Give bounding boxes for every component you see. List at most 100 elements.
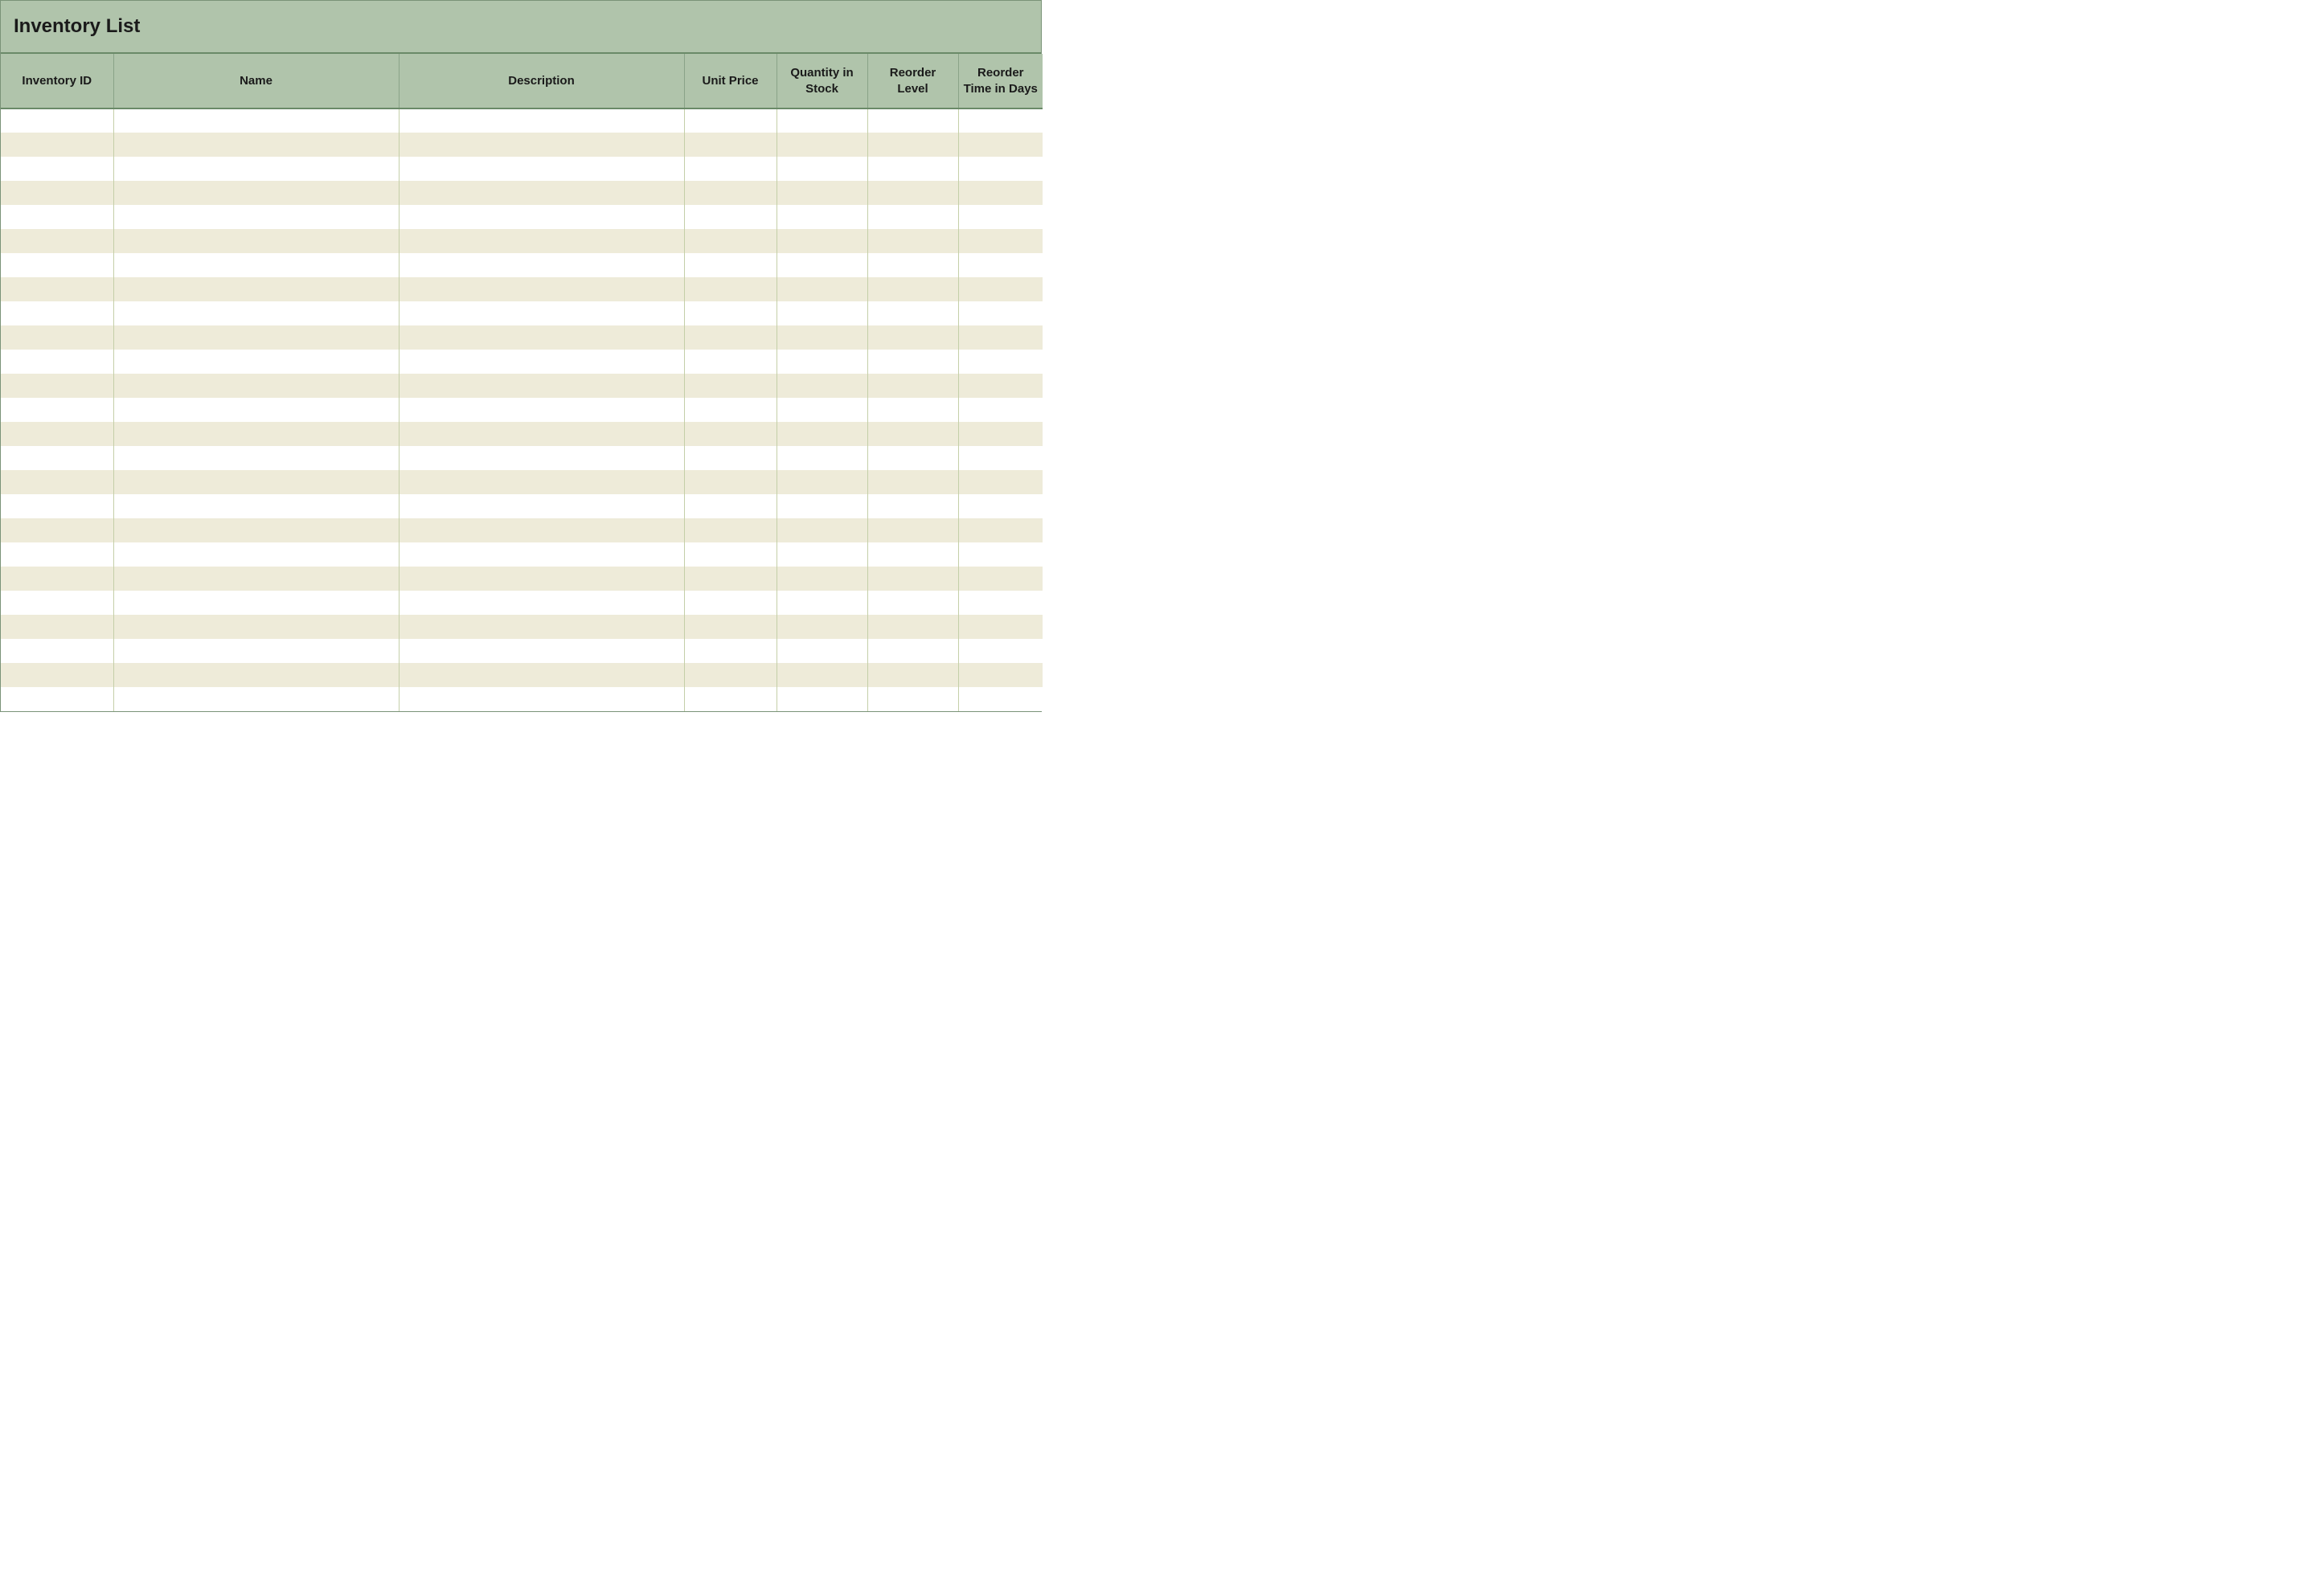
cell-reorder[interactable] — [867, 108, 958, 133]
cell-reorder[interactable] — [867, 615, 958, 639]
cell-name[interactable] — [113, 494, 399, 518]
cell-id[interactable] — [1, 542, 113, 567]
cell-id[interactable] — [1, 639, 113, 663]
cell-days[interactable] — [958, 325, 1043, 350]
cell-price[interactable] — [684, 181, 777, 205]
cell-desc[interactable] — [399, 277, 684, 301]
cell-days[interactable] — [958, 277, 1043, 301]
cell-reorder[interactable] — [867, 446, 958, 470]
cell-desc[interactable] — [399, 518, 684, 542]
cell-name[interactable] — [113, 301, 399, 325]
cell-reorder[interactable] — [867, 663, 958, 687]
cell-id[interactable] — [1, 663, 113, 687]
cell-desc[interactable] — [399, 446, 684, 470]
cell-reorder[interactable] — [867, 374, 958, 398]
cell-price[interactable] — [684, 422, 777, 446]
cell-reorder[interactable] — [867, 494, 958, 518]
cell-days[interactable] — [958, 615, 1043, 639]
cell-price[interactable] — [684, 205, 777, 229]
cell-id[interactable] — [1, 325, 113, 350]
cell-desc[interactable] — [399, 301, 684, 325]
cell-id[interactable] — [1, 494, 113, 518]
cell-price[interactable] — [684, 301, 777, 325]
cell-days[interactable] — [958, 374, 1043, 398]
cell-qty[interactable] — [777, 639, 867, 663]
cell-desc[interactable] — [399, 663, 684, 687]
cell-reorder[interactable] — [867, 205, 958, 229]
cell-name[interactable] — [113, 687, 399, 711]
cell-desc[interactable] — [399, 253, 684, 277]
cell-desc[interactable] — [399, 494, 684, 518]
cell-qty[interactable] — [777, 615, 867, 639]
cell-qty[interactable] — [777, 108, 867, 133]
cell-name[interactable] — [113, 615, 399, 639]
cell-id[interactable] — [1, 181, 113, 205]
cell-desc[interactable] — [399, 205, 684, 229]
cell-id[interactable] — [1, 615, 113, 639]
cell-price[interactable] — [684, 157, 777, 181]
cell-id[interactable] — [1, 350, 113, 374]
cell-id[interactable] — [1, 133, 113, 157]
cell-name[interactable] — [113, 470, 399, 494]
cell-reorder[interactable] — [867, 518, 958, 542]
cell-id[interactable] — [1, 277, 113, 301]
cell-price[interactable] — [684, 398, 777, 422]
cell-price[interactable] — [684, 639, 777, 663]
cell-price[interactable] — [684, 687, 777, 711]
cell-price[interactable] — [684, 133, 777, 157]
cell-price[interactable] — [684, 229, 777, 253]
cell-name[interactable] — [113, 277, 399, 301]
cell-id[interactable] — [1, 108, 113, 133]
cell-id[interactable] — [1, 205, 113, 229]
cell-name[interactable] — [113, 133, 399, 157]
cell-days[interactable] — [958, 687, 1043, 711]
cell-id[interactable] — [1, 301, 113, 325]
cell-days[interactable] — [958, 301, 1043, 325]
cell-reorder[interactable] — [867, 350, 958, 374]
cell-name[interactable] — [113, 639, 399, 663]
cell-reorder[interactable] — [867, 398, 958, 422]
cell-name[interactable] — [113, 591, 399, 615]
cell-name[interactable] — [113, 181, 399, 205]
cell-desc[interactable] — [399, 325, 684, 350]
cell-id[interactable] — [1, 253, 113, 277]
cell-name[interactable] — [113, 108, 399, 133]
cell-days[interactable] — [958, 398, 1043, 422]
cell-qty[interactable] — [777, 181, 867, 205]
cell-days[interactable] — [958, 253, 1043, 277]
cell-id[interactable] — [1, 518, 113, 542]
cell-id[interactable] — [1, 470, 113, 494]
cell-reorder[interactable] — [867, 301, 958, 325]
cell-qty[interactable] — [777, 518, 867, 542]
cell-reorder[interactable] — [867, 325, 958, 350]
cell-days[interactable] — [958, 422, 1043, 446]
cell-days[interactable] — [958, 181, 1043, 205]
cell-price[interactable] — [684, 518, 777, 542]
cell-name[interactable] — [113, 350, 399, 374]
cell-days[interactable] — [958, 494, 1043, 518]
cell-days[interactable] — [958, 663, 1043, 687]
cell-desc[interactable] — [399, 229, 684, 253]
cell-days[interactable] — [958, 567, 1043, 591]
cell-name[interactable] — [113, 398, 399, 422]
cell-desc[interactable] — [399, 108, 684, 133]
cell-days[interactable] — [958, 639, 1043, 663]
cell-reorder[interactable] — [867, 542, 958, 567]
cell-id[interactable] — [1, 229, 113, 253]
cell-desc[interactable] — [399, 133, 684, 157]
cell-qty[interactable] — [777, 277, 867, 301]
cell-name[interactable] — [113, 567, 399, 591]
cell-reorder[interactable] — [867, 639, 958, 663]
cell-price[interactable] — [684, 350, 777, 374]
cell-name[interactable] — [113, 253, 399, 277]
cell-qty[interactable] — [777, 398, 867, 422]
cell-qty[interactable] — [777, 301, 867, 325]
cell-qty[interactable] — [777, 470, 867, 494]
cell-days[interactable] — [958, 446, 1043, 470]
cell-desc[interactable] — [399, 350, 684, 374]
cell-qty[interactable] — [777, 229, 867, 253]
cell-price[interactable] — [684, 277, 777, 301]
cell-price[interactable] — [684, 615, 777, 639]
cell-reorder[interactable] — [867, 470, 958, 494]
cell-desc[interactable] — [399, 567, 684, 591]
